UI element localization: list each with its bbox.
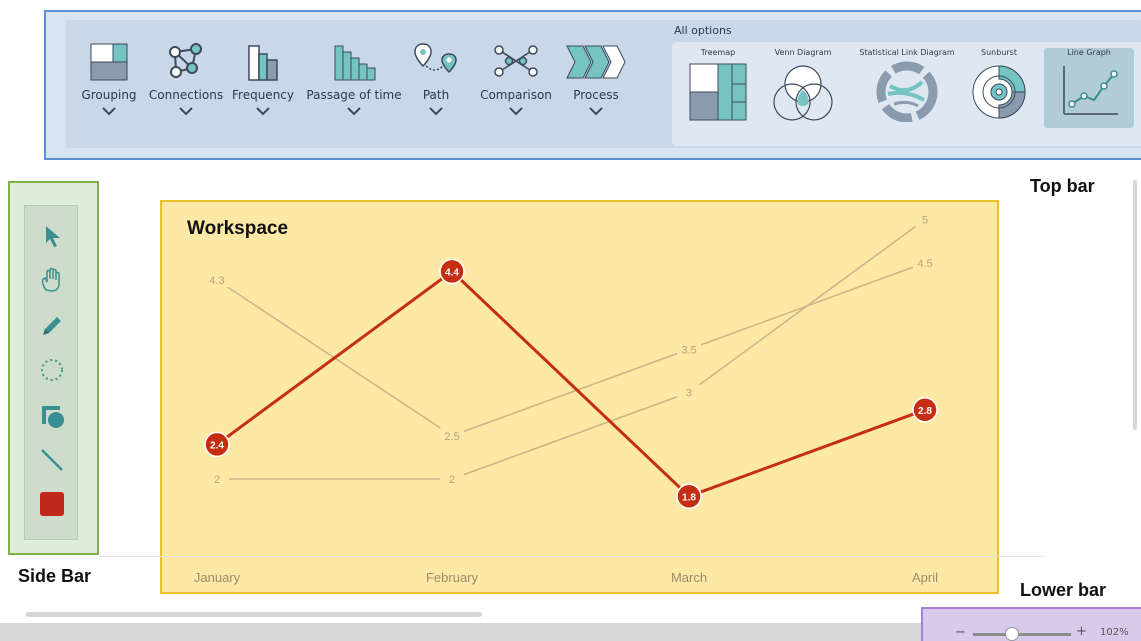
category-frequency[interactable]: Frequency: [230, 42, 296, 116]
category-grouping[interactable]: Grouping: [74, 42, 144, 116]
chevron-down-icon[interactable]: [428, 106, 444, 116]
side-bar-caption: Side Bar: [18, 566, 92, 586]
data-label: 4.5: [917, 258, 932, 270]
option-line-graph[interactable]: Line Graph: [1044, 48, 1134, 128]
treemap-icon: [689, 63, 747, 121]
app-window: Grouping Connections Frequency Passage o…: [0, 0, 1141, 641]
chevron-down-icon[interactable]: [178, 106, 194, 116]
category-path[interactable]: Path: [410, 42, 462, 116]
category-process[interactable]: Process: [562, 42, 630, 116]
tool-palette: [24, 205, 78, 540]
category-label: Path: [422, 88, 450, 102]
data-point-label: 2.4: [210, 440, 224, 451]
series-line: [217, 218, 926, 480]
zoom-out-button[interactable]: −: [955, 625, 966, 640]
x-tick-label: February: [426, 570, 479, 585]
lasso-icon[interactable]: [38, 356, 66, 384]
side-bar: [8, 181, 99, 555]
chevron-down-icon[interactable]: [255, 106, 271, 116]
pointer-icon[interactable]: [38, 222, 66, 250]
lower-bar: − + 102%: [921, 607, 1141, 641]
pencil-icon[interactable]: [38, 312, 66, 340]
category-label: Grouping: [81, 88, 137, 102]
option-treemap[interactable]: Treemap: [686, 48, 750, 124]
line-icon[interactable]: [38, 446, 66, 474]
chevron-down-icon[interactable]: [101, 106, 117, 116]
top-bar-caption: Top bar: [1030, 176, 1095, 196]
option-label: Venn Diagram: [774, 48, 832, 57]
all-options-title: All options: [674, 24, 732, 37]
horizontal-scrollbar[interactable]: [26, 612, 482, 617]
chevron-down-icon[interactable]: [588, 106, 604, 116]
passage-of-time-icon: [334, 45, 376, 81]
zoom-in-button[interactable]: +: [1076, 624, 1087, 639]
zoom-slider-track[interactable]: [973, 633, 1071, 636]
series-line-highlight: [216, 269, 926, 499]
connections-icon: [169, 43, 202, 78]
option-label: Treemap: [700, 48, 736, 57]
x-tick-label: January: [194, 570, 241, 585]
option-statistical-link-diagram[interactable]: Statistical Link Diagram: [852, 48, 962, 124]
workspace[interactable]: Workspace January February March April 4.3 2.…: [160, 200, 999, 594]
top-bar: Grouping Connections Frequency Passage o…: [44, 10, 1141, 160]
x-tick-label: April: [912, 570, 938, 585]
option-label: Sunburst: [981, 48, 1017, 57]
option-venn-diagram[interactable]: Venn Diagram: [766, 48, 840, 124]
data-point-label: 1.8: [682, 492, 696, 503]
venn-diagram-icon: [773, 65, 833, 121]
category-comparison[interactable]: Comparison: [476, 42, 556, 116]
sunburst-icon: [972, 65, 1026, 119]
category-label: Comparison: [480, 88, 552, 102]
zoom-level: 102%: [1100, 627, 1129, 638]
data-label: 2.5: [444, 431, 459, 443]
process-icon: [566, 45, 626, 79]
statistical-link-diagram-icon: [876, 61, 938, 123]
grouping-icon: [90, 43, 128, 81]
data-label: 3.5: [681, 344, 696, 356]
top-bar-panel: Grouping Connections Frequency Passage o…: [66, 20, 1141, 148]
data-point-label: 4.4: [445, 267, 459, 278]
color-swatch-icon[interactable]: [38, 490, 66, 518]
data-label: 2: [449, 474, 455, 486]
category-label: Process: [573, 88, 619, 102]
all-options-panel: Treemap Venn Diagram Statistical Link Di…: [672, 42, 1141, 146]
option-label: Line Graph: [1067, 48, 1111, 57]
workspace-divider: [100, 556, 1045, 557]
x-tick-label: March: [671, 570, 707, 585]
hand-icon[interactable]: [38, 266, 66, 294]
frequency-icon: [248, 45, 278, 81]
path-icon: [414, 43, 457, 74]
data-label: 5: [922, 215, 928, 227]
vertical-scrollbar[interactable]: [1133, 180, 1137, 430]
line-graph-icon: [1063, 66, 1118, 115]
chevron-down-icon[interactable]: [508, 106, 524, 116]
data-label: 4.3: [209, 275, 224, 287]
category-label: Frequency: [232, 88, 294, 102]
category-passage-of-time[interactable]: Passage of time: [302, 42, 406, 116]
chevron-down-icon[interactable]: [346, 106, 362, 116]
line-chart: January February March April 4.3 2.5 3.5 4.5 2 2 3…: [194, 211, 938, 585]
option-sunburst[interactable]: Sunburst: [966, 48, 1032, 124]
option-label: Statistical Link Diagram: [859, 48, 955, 57]
data-point-label: 2.8: [918, 406, 932, 417]
comparison-icon: [494, 45, 538, 77]
category-connections[interactable]: Connections: [146, 42, 226, 116]
data-label: 2: [214, 474, 220, 486]
lower-bar-caption: Lower bar: [1020, 580, 1107, 600]
zoom-slider-thumb[interactable]: [1005, 627, 1020, 641]
series-line: [216, 262, 926, 437]
shape-icon[interactable]: [38, 402, 66, 430]
category-label: Connections: [148, 88, 224, 102]
category-label: Passage of time: [306, 88, 402, 102]
data-label: 3: [686, 388, 692, 400]
